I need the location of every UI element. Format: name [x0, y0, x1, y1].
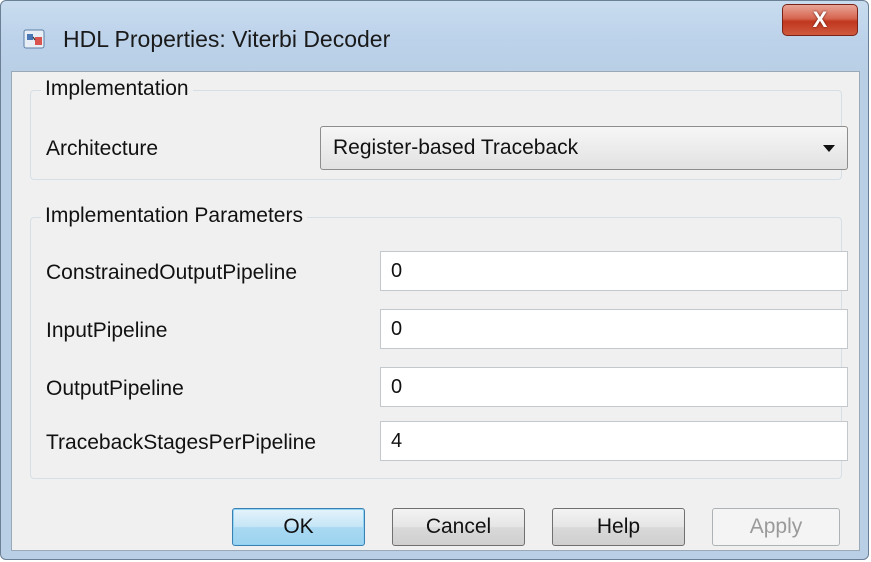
param-input-traceback-stages[interactable]: 4: [380, 421, 848, 461]
param-label-input-pipeline: InputPipeline: [46, 319, 168, 342]
close-button[interactable]: X: [782, 4, 858, 36]
dialog-body: Implementation Architecture Register-bas…: [11, 71, 860, 551]
param-input-input-pipeline[interactable]: 0: [380, 309, 848, 349]
app-icon: [23, 29, 45, 49]
hdl-properties-dialog: HDL Properties: Viterbi Decoder X Implem…: [0, 0, 869, 560]
param-input-constrained-output-pipeline[interactable]: 0: [380, 251, 848, 291]
architecture-select-value: Register-based Traceback: [333, 136, 579, 159]
implementation-group-title: Implementation: [41, 77, 193, 101]
help-button[interactable]: Help: [552, 508, 685, 546]
cancel-button[interactable]: Cancel: [392, 508, 525, 546]
close-icon: X: [812, 7, 828, 32]
ok-button[interactable]: OK: [232, 508, 365, 546]
title-bar[interactable]: HDL Properties: Viterbi Decoder X: [1, 1, 868, 71]
architecture-label: Architecture: [46, 137, 159, 160]
chevron-down-icon: [823, 145, 835, 152]
apply-button[interactable]: Apply: [712, 508, 840, 546]
parameters-group-title: Implementation Parameters: [41, 204, 307, 228]
param-label-constrained-output-pipeline: ConstrainedOutputPipeline: [46, 261, 297, 284]
architecture-select[interactable]: Register-based Traceback: [320, 126, 848, 170]
window-title: HDL Properties: Viterbi Decoder: [63, 26, 391, 52]
param-label-traceback-stages: TracebackStagesPerPipeline: [46, 431, 317, 454]
param-input-output-pipeline[interactable]: 0: [380, 367, 848, 407]
param-label-output-pipeline: OutputPipeline: [46, 377, 184, 400]
